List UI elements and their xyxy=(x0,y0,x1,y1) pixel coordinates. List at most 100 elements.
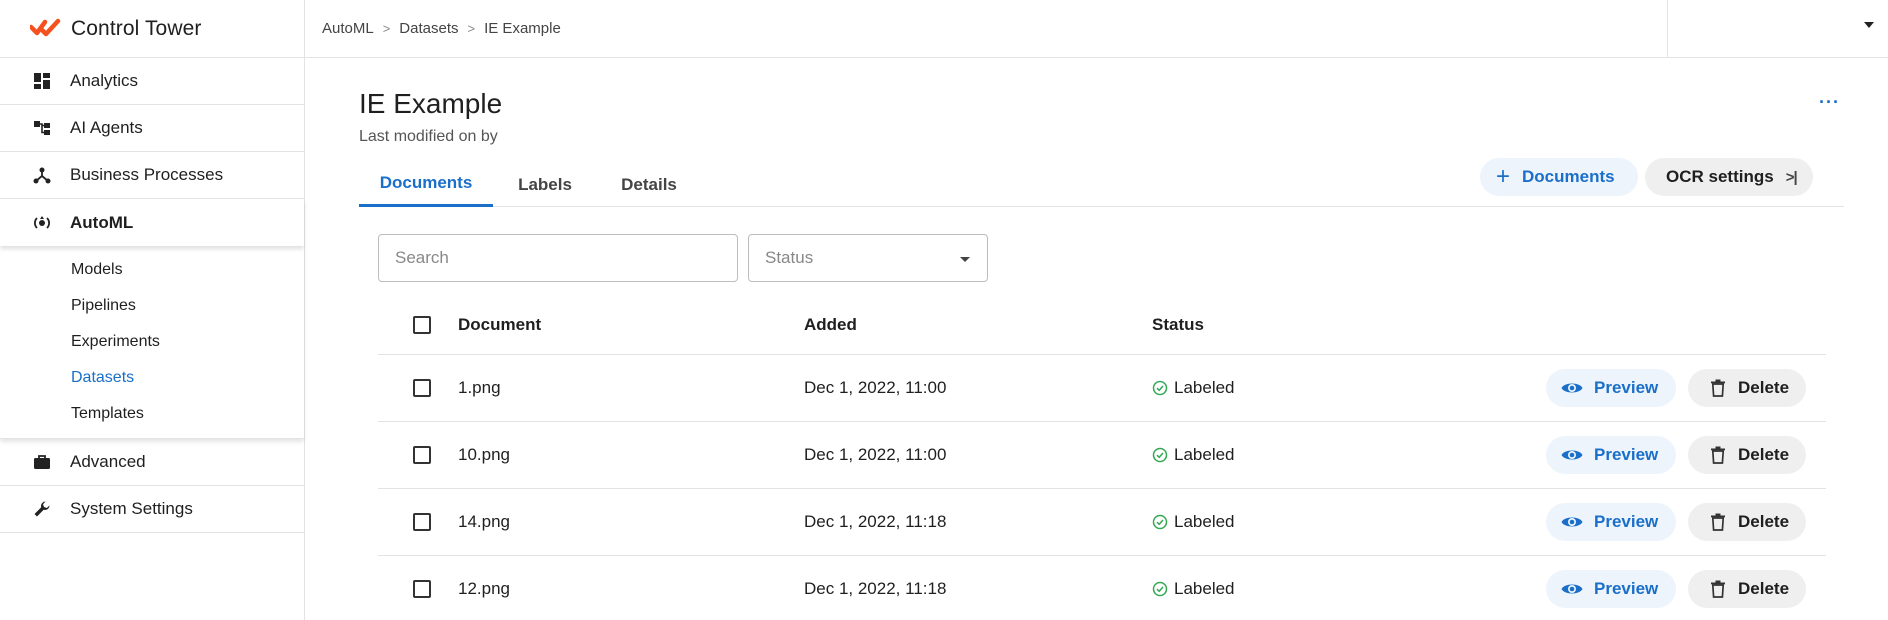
table-header-row: Document Added Status xyxy=(378,296,1826,355)
eye-icon xyxy=(1561,584,1583,594)
tab-labels[interactable]: Labels xyxy=(493,162,597,207)
sidebar-item-automl[interactable]: AutoML xyxy=(0,199,304,246)
sidebar-item-label: Advanced xyxy=(70,452,146,471)
row-checkbox[interactable] xyxy=(413,580,431,598)
sidebar-item-label: Business Processes xyxy=(70,165,224,184)
row-checkbox[interactable] xyxy=(413,513,431,531)
ocr-settings-label: OCR settings xyxy=(1666,167,1774,186)
delete-label: Delete xyxy=(1738,579,1790,598)
eye-icon xyxy=(1561,383,1583,393)
status-filter-placeholder: Status xyxy=(765,248,814,267)
documents-table: Document Added Status 1.png Dec 1, 2022,… xyxy=(378,296,1826,620)
search-input[interactable] xyxy=(378,234,738,282)
subnav-item-datasets[interactable]: Datasets xyxy=(0,360,304,396)
ocr-settings-button[interactable]: OCR settings >| xyxy=(1645,158,1813,196)
document-status: Labeled xyxy=(1152,355,1235,421)
subnav-item-models[interactable]: Models xyxy=(0,252,304,288)
eye-icon xyxy=(1561,517,1583,527)
chevron-right-icon: > xyxy=(382,21,391,36)
sidebar-item-advanced[interactable]: Advanced xyxy=(0,439,304,486)
sidebar-item-ai-agents[interactable]: AI Agents xyxy=(0,105,304,152)
sidebar-item-label: AI Agents xyxy=(70,118,143,137)
breadcrumb: AutoML > Datasets > IE Example xyxy=(305,20,561,37)
status-text: Labeled xyxy=(1174,579,1235,598)
document-name: 12.png xyxy=(458,579,510,598)
preview-label: Preview xyxy=(1594,512,1659,531)
delete-button[interactable]: Delete xyxy=(1688,570,1806,608)
document-status: Labeled xyxy=(1152,556,1235,620)
status-text: Labeled xyxy=(1174,378,1235,397)
status-text: Labeled xyxy=(1174,445,1235,464)
add-documents-label: Documents xyxy=(1522,167,1615,186)
check-circle-icon xyxy=(1152,380,1168,396)
wrench-icon xyxy=(32,499,52,519)
status-filter-select[interactable]: Status xyxy=(748,234,988,282)
brand[interactable]: Control Tower xyxy=(0,0,304,58)
subnav-item-templates[interactable]: Templates xyxy=(0,396,304,432)
check-circle-icon xyxy=(1152,447,1168,463)
hierarchy-icon xyxy=(32,118,52,138)
sidebar-item-label: Analytics xyxy=(70,71,139,90)
status-text: Labeled xyxy=(1174,512,1235,531)
table-row: 14.png Dec 1, 2022, 11:18 Labeled Previe… xyxy=(378,489,1826,556)
table-row: 10.png Dec 1, 2022, 11:00 Labeled Previe… xyxy=(378,422,1826,489)
add-documents-button[interactable]: + Documents xyxy=(1480,158,1638,196)
page-title: IE Example xyxy=(359,88,503,119)
sidebar: Control Tower Analytics AI Agents Busine… xyxy=(0,0,305,620)
plus-icon: + xyxy=(1496,163,1511,190)
sidebar-item-label: System Settings xyxy=(70,499,193,518)
dashboard-icon xyxy=(32,71,52,91)
top-bar: AutoML > Datasets > IE Example xyxy=(305,0,1888,58)
breadcrumb-datasets[interactable]: Datasets xyxy=(399,20,458,37)
delete-button[interactable]: Delete xyxy=(1688,503,1806,541)
tab-details[interactable]: Details xyxy=(597,162,701,207)
document-added: Dec 1, 2022, 11:00 xyxy=(804,445,947,464)
column-header-added[interactable]: Added xyxy=(804,296,857,354)
automl-icon xyxy=(32,213,52,233)
sidebar-item-business-processes[interactable]: Business Processes xyxy=(0,152,304,199)
document-name: 10.png xyxy=(458,445,510,464)
trash-icon xyxy=(1711,379,1725,397)
more-options-icon[interactable]: ··· xyxy=(1819,92,1840,113)
table-row: 12.png Dec 1, 2022, 11:18 Labeled Previe… xyxy=(378,556,1826,620)
document-added: Dec 1, 2022, 11:18 xyxy=(804,579,947,598)
breadcrumb-automl[interactable]: AutoML xyxy=(322,20,374,37)
preview-button[interactable]: Preview xyxy=(1546,436,1676,474)
preview-label: Preview xyxy=(1594,378,1659,397)
column-header-document[interactable]: Document xyxy=(458,296,541,354)
sidebar-item-label: AutoML xyxy=(70,212,134,232)
check-circle-icon xyxy=(1152,581,1168,597)
subnav-item-pipelines[interactable]: Pipelines xyxy=(0,288,304,324)
row-checkbox[interactable] xyxy=(413,379,431,397)
caret-down-icon xyxy=(960,257,970,262)
subnav-item-experiments[interactable]: Experiments xyxy=(0,324,304,360)
sidebar-item-analytics[interactable]: Analytics xyxy=(0,58,304,105)
delete-label: Delete xyxy=(1738,512,1790,531)
main-content: IE Example Last modified on by ··· Docum… xyxy=(305,58,1888,620)
trash-icon xyxy=(1711,513,1725,531)
sidebar-item-system-settings[interactable]: System Settings xyxy=(0,486,304,533)
eye-icon xyxy=(1561,450,1583,460)
document-name: 14.png xyxy=(458,512,510,531)
document-added: Dec 1, 2022, 11:00 xyxy=(804,378,947,397)
trash-icon xyxy=(1711,446,1725,464)
row-checkbox[interactable] xyxy=(413,446,431,464)
skip-next-icon: >| xyxy=(1785,168,1798,186)
document-status: Labeled xyxy=(1152,489,1235,555)
trash-icon xyxy=(1711,580,1725,598)
preview-label: Preview xyxy=(1594,579,1659,598)
preview-label: Preview xyxy=(1594,445,1659,464)
breadcrumb-current: IE Example xyxy=(484,20,561,37)
account-menu[interactable] xyxy=(1667,0,1888,58)
select-all-checkbox[interactable] xyxy=(413,316,431,334)
document-name: 1.png xyxy=(458,378,501,397)
delete-label: Delete xyxy=(1738,378,1790,397)
delete-button[interactable]: Delete xyxy=(1688,436,1806,474)
document-added: Dec 1, 2022, 11:18 xyxy=(804,512,947,531)
preview-button[interactable]: Preview xyxy=(1546,369,1676,407)
column-header-status[interactable]: Status xyxy=(1152,296,1204,354)
preview-button[interactable]: Preview xyxy=(1546,570,1676,608)
tab-documents[interactable]: Documents xyxy=(359,162,493,207)
delete-button[interactable]: Delete xyxy=(1688,369,1806,407)
preview-button[interactable]: Preview xyxy=(1546,503,1676,541)
